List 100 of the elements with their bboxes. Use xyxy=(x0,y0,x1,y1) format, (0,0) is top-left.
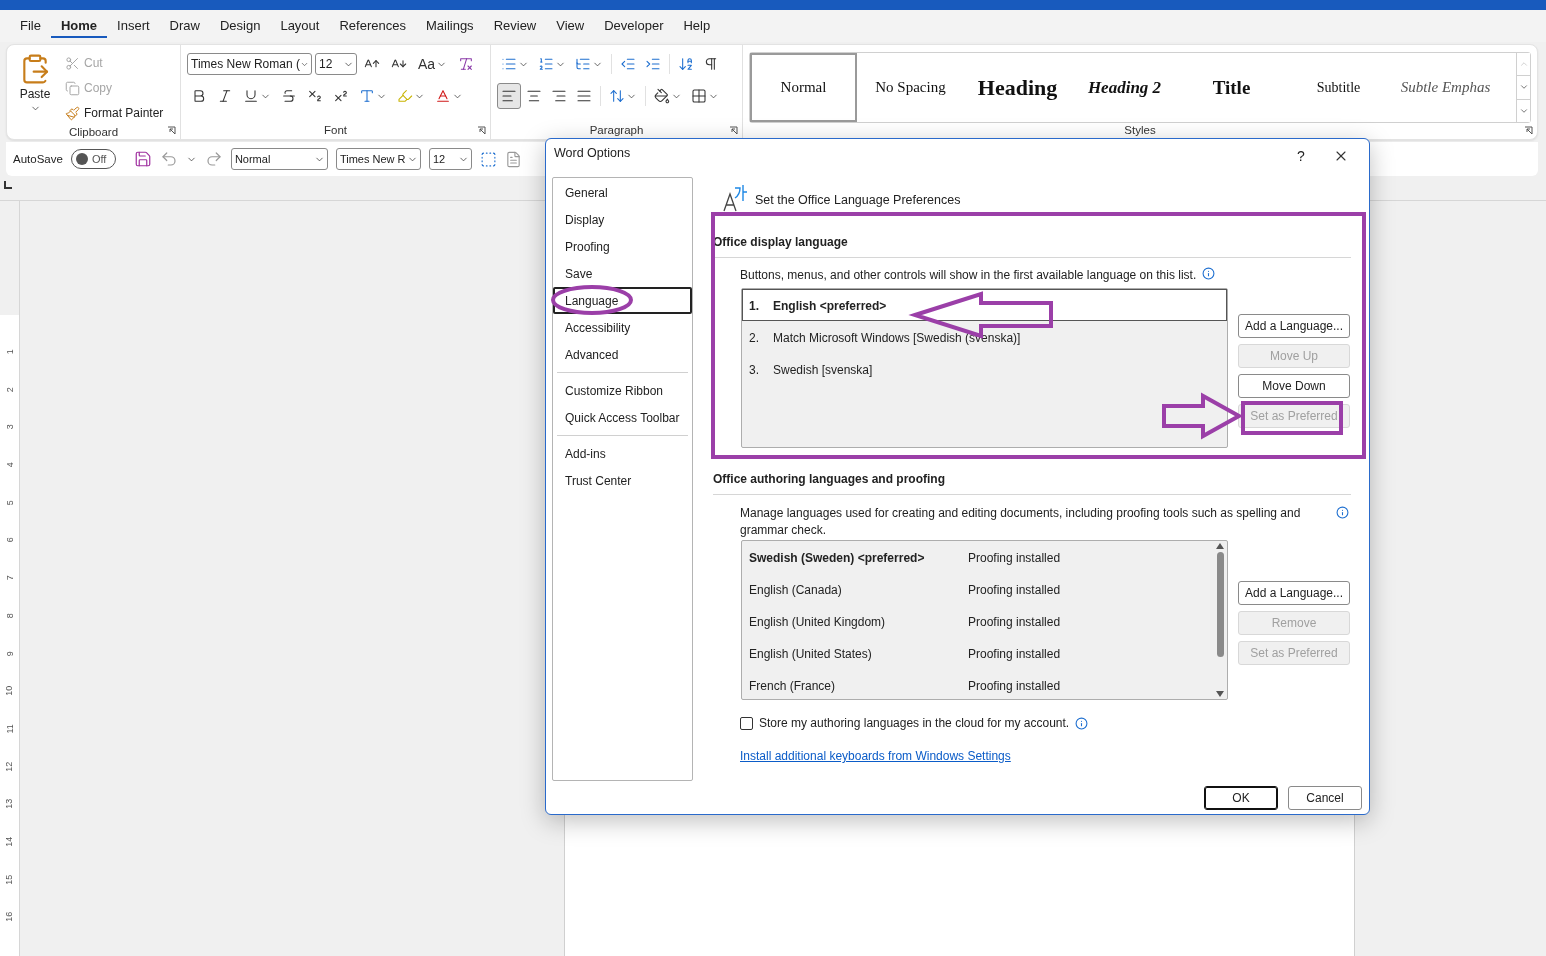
language-row[interactable]: English (United Kingdom) Proofing installed xyxy=(742,605,1213,637)
strikethrough-icon xyxy=(281,88,297,104)
table-cell: Proofing installed xyxy=(968,583,1061,597)
dialog-launcher-icon[interactable] xyxy=(1524,126,1533,135)
size-dropdown[interactable]: 12 xyxy=(428,148,472,170)
ruler-number: 9 xyxy=(3,650,16,656)
ribbon-tab[interactable]: Layout xyxy=(270,14,330,38)
ribbon-tab[interactable]: Draw xyxy=(159,14,210,38)
shading-icon xyxy=(654,88,670,104)
ribbon-tab[interactable]: View xyxy=(546,14,595,38)
language-icon xyxy=(723,184,749,212)
ruler-number: 15 xyxy=(3,874,16,885)
language-row[interactable]: 1. English <preferred> xyxy=(742,289,1227,321)
language-name: Match Microsoft Windows [Swedish (svenska)] xyxy=(773,331,1021,345)
checkbox-label: Store my authoring languages in the cloud for my account. xyxy=(759,716,1070,730)
style-dropdown[interactable]: Normal xyxy=(230,148,328,170)
scroll-up-icon[interactable] xyxy=(1216,543,1224,549)
section-description: Buttons, menus, and other controls will show in the first available language on this list. xyxy=(740,267,1197,284)
help-button[interactable]: ? xyxy=(1281,146,1321,166)
ribbon-tab[interactable]: Help xyxy=(673,14,721,38)
table-cell: Proofing installed xyxy=(968,551,1061,565)
table-cell: Proofing installed xyxy=(968,647,1061,661)
ruler-number: 10 xyxy=(3,686,16,697)
autosave-toggle[interactable]: Off xyxy=(70,149,116,169)
copy-icon xyxy=(65,80,80,96)
font-size-field[interactable]: 12 xyxy=(315,53,357,75)
info-icon[interactable] xyxy=(1075,716,1089,730)
multilevel-list-icon xyxy=(575,56,591,72)
autosave-label: AutoSave xyxy=(13,153,63,165)
bold-icon xyxy=(191,88,207,104)
align-left-icon xyxy=(501,88,517,104)
font-dropdown[interactable]: Times New R xyxy=(335,148,421,170)
font-name-field[interactable]: Times New Roman ( xyxy=(187,53,312,75)
dialog-button[interactable]: OK xyxy=(1204,786,1278,810)
table-cell: Proofing installed xyxy=(968,679,1061,693)
dialog-launcher-icon[interactable] xyxy=(167,126,176,135)
row-number: 2. xyxy=(749,331,759,345)
ribbon-tab[interactable]: Design xyxy=(209,14,271,38)
increase-indent-icon xyxy=(645,56,661,72)
group-label: Clipboard xyxy=(68,125,119,139)
language-row[interactable]: French (France) Proofing installed xyxy=(742,669,1213,701)
list-action-button[interactable]: Move Down xyxy=(1238,374,1350,398)
ribbon-tab[interactable]: Developer xyxy=(594,14,674,38)
align-justify-icon xyxy=(576,88,592,104)
ribbon-tab[interactable]: File xyxy=(10,14,51,38)
page-heading: Set the Office Language Preferences xyxy=(755,193,961,207)
align-left-button[interactable] xyxy=(497,83,521,109)
dialog-title: Word Options xyxy=(554,146,632,160)
ruler-number: 8 xyxy=(3,613,16,619)
line-spacing-icon xyxy=(609,88,625,104)
dialog-button[interactable]: Cancel xyxy=(1288,786,1362,810)
list-action-button[interactable]: Add a Language... xyxy=(1238,581,1350,605)
list-action-button[interactable]: Add a Language... xyxy=(1238,314,1350,338)
ruler-number: 13 xyxy=(3,799,16,810)
dialog-launcher-icon[interactable] xyxy=(729,126,738,135)
language-row[interactable]: 2. Match Microsoft Windows [Swedish (svenska)] xyxy=(742,321,1227,353)
ribbon-tab[interactable]: Review xyxy=(483,14,547,38)
table-cell-text: English (Canada) xyxy=(749,583,843,597)
language-row[interactable]: English (United States) Proofing installed xyxy=(742,637,1213,669)
format-painter-button[interactable]: Format Painter xyxy=(63,101,166,125)
scroll-down-icon[interactable] xyxy=(1216,691,1224,697)
ribbon-tab[interactable]: Home xyxy=(50,14,108,38)
subscript-icon xyxy=(307,88,323,104)
paintbrush-icon xyxy=(65,105,80,121)
style-tile[interactable]: Normal xyxy=(750,53,857,122)
ruler-number: 12 xyxy=(3,761,16,772)
borders-icon xyxy=(691,88,707,104)
ribbon-tab[interactable]: References xyxy=(329,14,416,38)
ruler-number: 5 xyxy=(3,500,16,506)
language-row[interactable]: 3. Swedish [svenska] xyxy=(742,353,1227,385)
info-icon[interactable] xyxy=(1336,506,1349,519)
language-row[interactable]: English (Canada) Proofing installed xyxy=(742,573,1213,605)
info-icon[interactable] xyxy=(1202,267,1216,280)
language-row[interactable]: Swedish (Sweden) <preferred> Proofing installed xyxy=(742,541,1213,573)
ruler-number: 11 xyxy=(3,724,16,734)
text-effects-icon xyxy=(359,88,375,104)
ribbon-tab[interactable]: Mailings xyxy=(415,14,484,38)
section-description: Manage languages used for creating and editing documents, including proofing tools such as spelling and grammar check. xyxy=(740,505,1302,539)
group-label: Font xyxy=(324,123,347,138)
underline-icon xyxy=(243,88,259,104)
dialog-launcher-icon[interactable] xyxy=(477,126,486,135)
ruler-number: 16 xyxy=(3,912,16,923)
ruler-number: 4 xyxy=(3,462,16,468)
italic-icon xyxy=(217,88,233,104)
ribbon-tab[interactable]: Insert xyxy=(107,14,160,38)
checkbox[interactable] xyxy=(740,716,753,730)
tab-stop-icon[interactable] xyxy=(4,181,12,189)
scrollbar[interactable] xyxy=(1213,541,1227,699)
scissors-icon xyxy=(65,55,80,71)
change-case-button[interactable]: Aa xyxy=(414,51,452,77)
redo-icon xyxy=(204,150,223,168)
settings-link[interactable]: Install additional keyboards from Windows Settings xyxy=(740,749,1011,763)
ruler-number: 1 xyxy=(3,349,16,355)
ruler-number: 6 xyxy=(3,537,16,543)
paste-button[interactable]: Paste xyxy=(13,51,57,125)
decrease-indent-icon xyxy=(620,56,636,72)
row-number: 3. xyxy=(749,363,759,377)
language-name: Swedish [svenska] xyxy=(773,363,873,377)
highlighter-icon xyxy=(397,88,413,104)
group-label: Styles xyxy=(1124,123,1156,138)
